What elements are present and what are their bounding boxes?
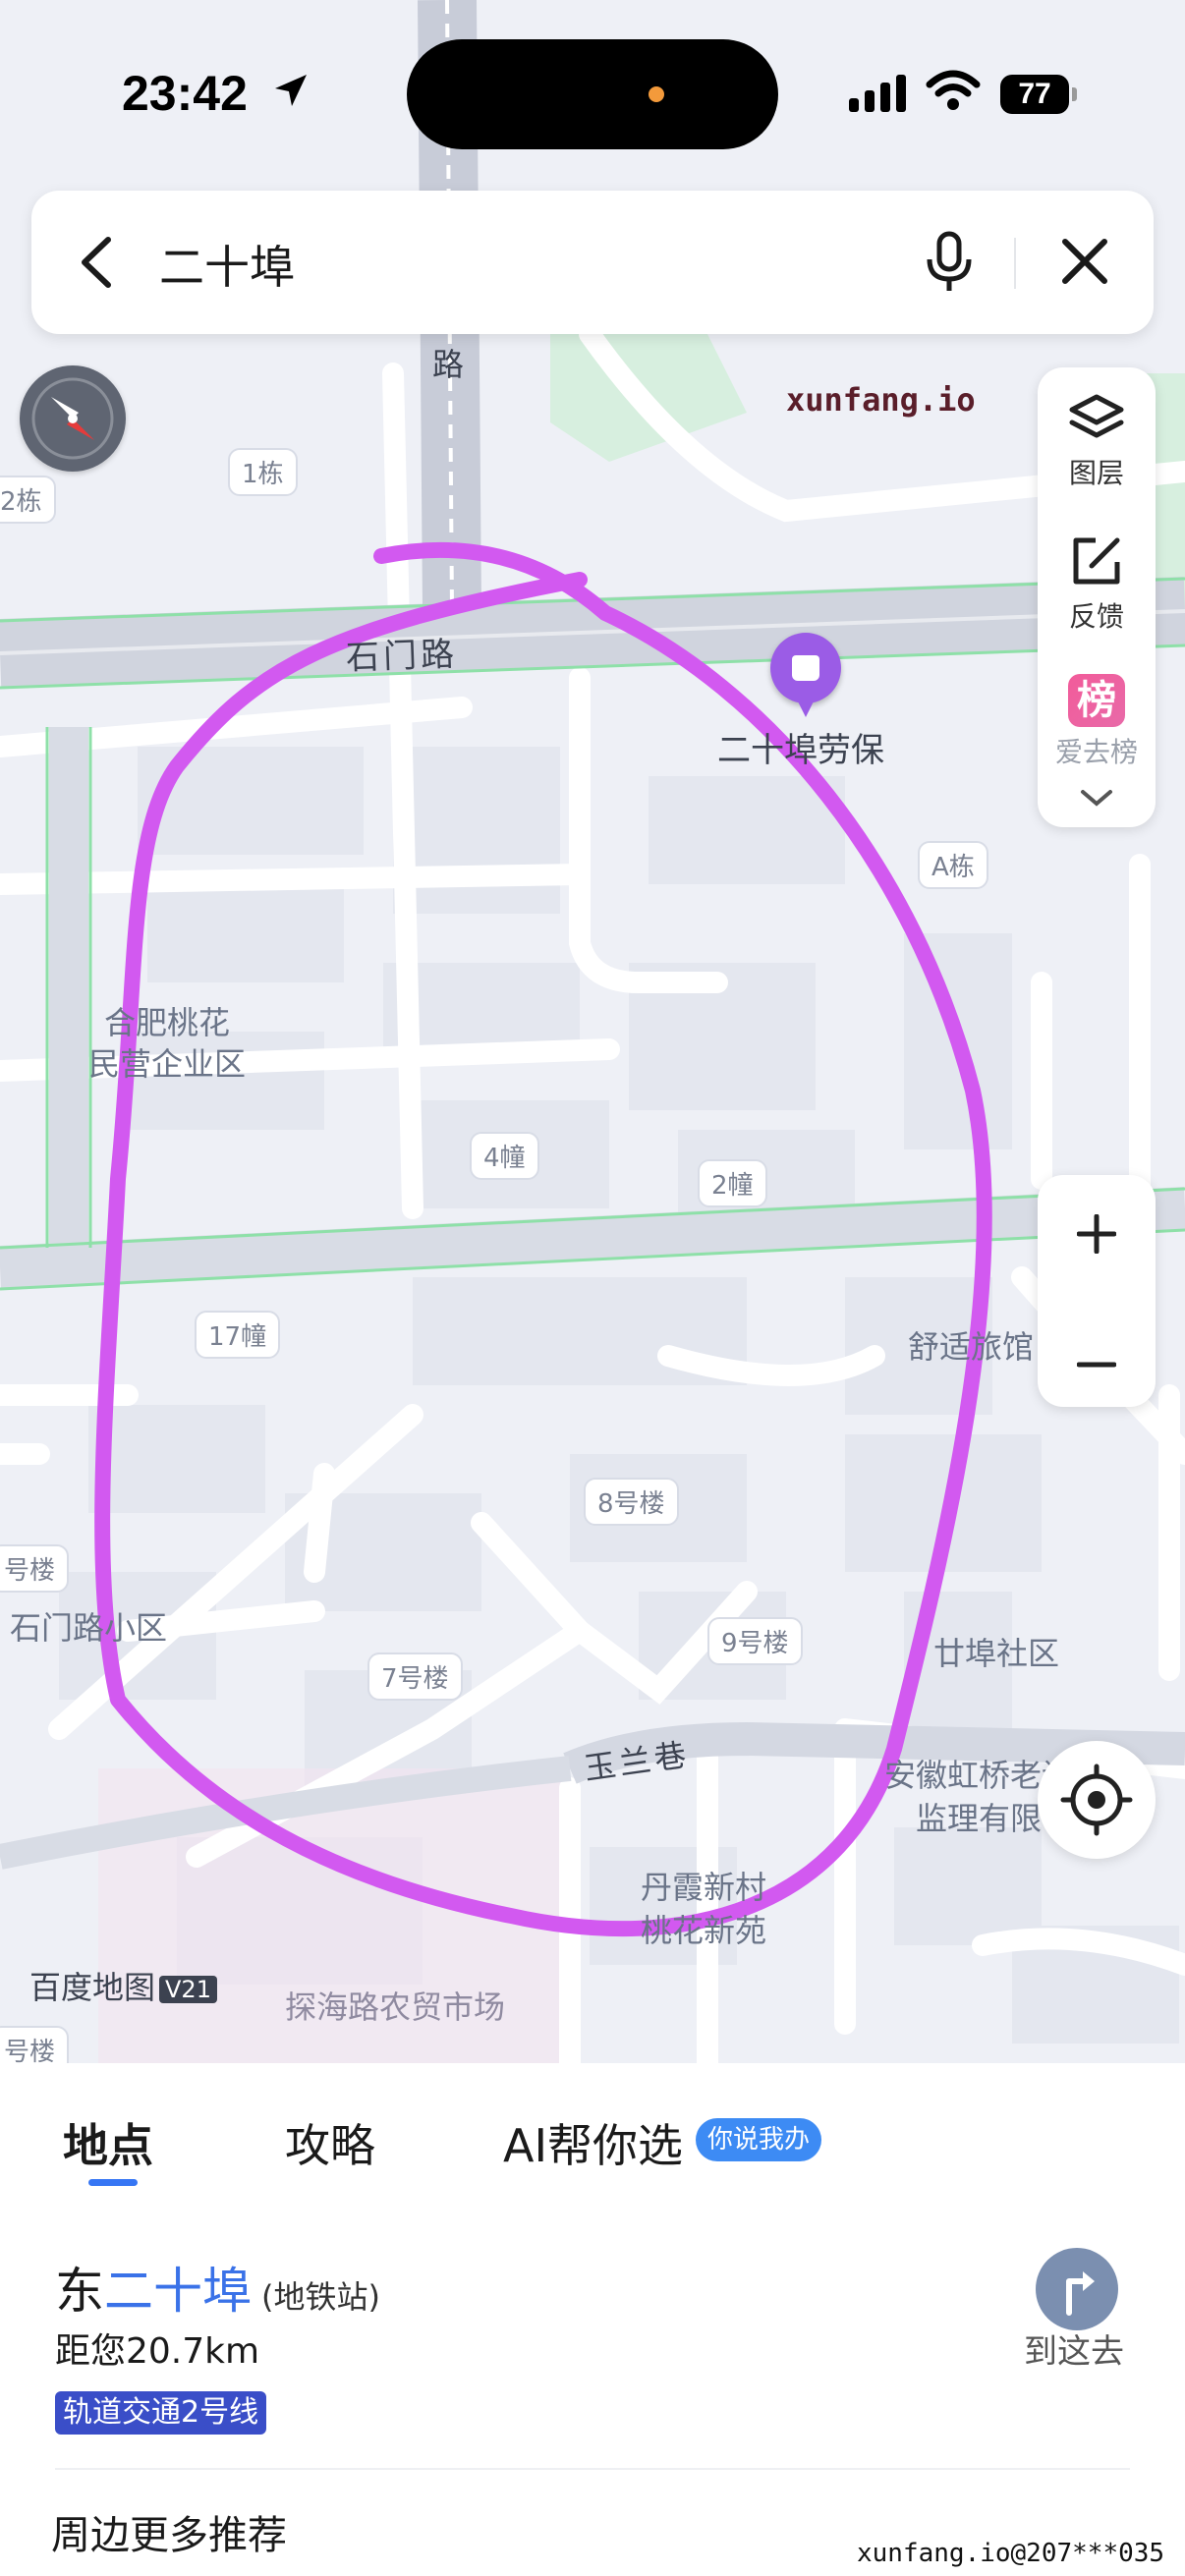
poi-pin[interactable]	[770, 633, 841, 717]
poi-label[interactable]: 二十埠劳保	[717, 723, 884, 771]
back-arrow-icon[interactable]	[75, 234, 118, 291]
result-title-highlight: 二十埠	[104, 2263, 252, 2320]
ai-badge: 你说我办	[696, 2118, 822, 2161]
watermark-text: xunfang.io	[786, 381, 976, 419]
plus-icon	[1076, 1213, 1117, 1255]
layers-button[interactable]: 图层	[1038, 393, 1156, 491]
zoom-controls	[1038, 1175, 1156, 1407]
go-here-label[interactable]: 到这去	[1024, 2324, 1124, 2373]
rank-button[interactable]: 榜 爱去榜	[1038, 674, 1156, 770]
turn-right-icon	[1066, 2271, 1095, 2316]
close-icon[interactable]	[1057, 234, 1112, 289]
layers-icon	[1069, 394, 1124, 438]
building-tag[interactable]: 4幢	[470, 1132, 539, 1180]
building-tag[interactable]: 17幢	[195, 1311, 281, 1359]
separator	[1014, 238, 1016, 289]
privacy-dot	[649, 86, 664, 102]
building-tag[interactable]: 1栋	[228, 448, 298, 496]
feedback-label: 反馈	[1068, 600, 1124, 633]
area-label-shuyu: 舒适旅馆	[908, 1328, 1035, 1366]
cellular-signal-icon	[849, 75, 906, 112]
map-view[interactable]: xunfang.io 路 石门路 玉兰巷 合肥桃花 民营企业区 石门路小区 舒适…	[0, 0, 1185, 2063]
result-title[interactable]: 东二十埠 (地铁站)	[55, 2252, 380, 2323]
area-label-hefei-1: 合肥桃花	[104, 1004, 231, 1041]
building-tag[interactable]: 2栋	[0, 476, 56, 524]
area-label-anhui-2: 监理有限	[916, 1800, 1043, 1837]
compass-button[interactable]	[20, 365, 126, 472]
battery-indicator: 77	[1000, 75, 1077, 114]
building-tag[interactable]: 7号楼	[367, 1652, 463, 1701]
wifi-icon	[926, 70, 981, 110]
tab-underline	[88, 2179, 138, 2186]
divider	[55, 2468, 1130, 2470]
dynamic-island	[407, 39, 778, 149]
location-arrow-icon	[275, 75, 307, 106]
building-tag[interactable]: 号楼	[0, 1544, 70, 1593]
more-recommendations-title: 周边更多推荐	[51, 2513, 287, 2558]
shopping-bag-icon	[792, 655, 819, 681]
tab-ai-choose[interactable]: AI帮你选	[503, 2110, 683, 2175]
rank-icon: 榜	[1068, 674, 1125, 727]
rank-label: 爱去榜	[1054, 736, 1138, 768]
watermark-bottom: xunfang.io@207***035	[857, 2539, 1165, 2568]
area-label-danxia-1: 丹霞新村	[641, 1869, 767, 1906]
layers-label: 图层	[1068, 457, 1124, 489]
feedback-button[interactable]: 反馈	[1038, 534, 1156, 635]
microphone-icon[interactable]	[922, 230, 977, 295]
tab-places[interactable]: 地点	[63, 2110, 153, 2175]
edit-icon	[1073, 537, 1120, 585]
minus-icon	[1076, 1362, 1117, 1368]
status-time: 23:42	[122, 66, 248, 121]
area-label-hefei-2: 民营企业区	[88, 1045, 247, 1083]
building-tag[interactable]: A栋	[918, 841, 988, 889]
building-tag[interactable]: 号楼	[0, 2026, 70, 2063]
building-tag[interactable]: 9号楼	[707, 1617, 803, 1665]
metro-line-tag: 轨道交通2号线	[55, 2391, 267, 2435]
road-label: 路	[432, 346, 469, 383]
area-label-shimen-xiaoqu: 石门路小区	[10, 1609, 168, 1647]
area-label-shequ: 廿埠社区	[933, 1635, 1060, 1672]
zoom-out-button[interactable]	[1038, 1291, 1156, 1407]
crosshair-icon	[1060, 1764, 1133, 1836]
search-query[interactable]: 二十埠	[159, 232, 295, 297]
go-here-button[interactable]	[1036, 2248, 1118, 2330]
brand-name: 百度地图	[29, 1969, 156, 2006]
map-brand: 百度地图 V21	[29, 1963, 217, 2008]
area-label-danxia-2: 桃花新苑	[641, 1912, 767, 1949]
chevron-down-icon[interactable]	[1079, 788, 1114, 810]
zoom-in-button[interactable]	[1038, 1175, 1156, 1291]
map-tools-panel: 图层 反馈 榜 爱去榜	[1038, 367, 1156, 827]
area-label-tanhai: 探海路农贸市场	[285, 1988, 506, 2026]
brand-version: V21	[159, 1976, 217, 2003]
result-title-prefix: 东	[55, 2263, 104, 2320]
building-tag[interactable]: 8号楼	[584, 1478, 679, 1526]
result-distance: 距您20.7km	[55, 2331, 260, 2372]
road-label-shimen: 石门路	[345, 635, 459, 678]
building-tag[interactable]: 2幢	[698, 1159, 767, 1207]
compass-icon	[31, 377, 114, 460]
search-bar[interactable]: 二十埠	[31, 191, 1154, 334]
tab-guides[interactable]: 攻略	[285, 2110, 375, 2175]
locate-me-button[interactable]	[1038, 1741, 1156, 1859]
result-title-sub: (地铁站)	[261, 2278, 380, 2316]
